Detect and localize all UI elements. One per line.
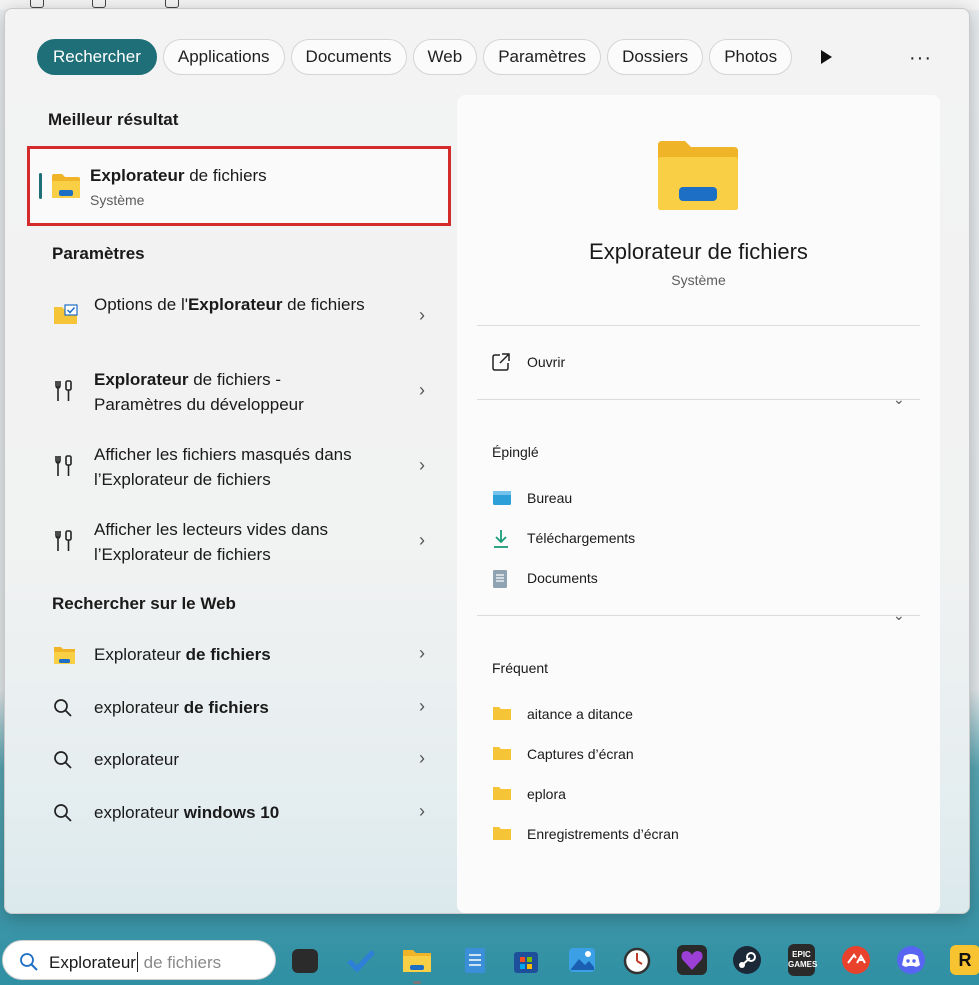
search-icon [54, 804, 72, 822]
web-search-heading: Rechercher sur le Web [52, 594, 236, 613]
folder-icon [493, 707, 511, 720]
tab-web[interactable]: Web [412, 39, 478, 75]
taskbar-search-box[interactable]: Explorateur de fichiers [2, 940, 276, 980]
divider [477, 325, 920, 326]
dev-tools-icon [55, 455, 72, 476]
folder-icon [493, 787, 511, 800]
taskbar: Explorateur de fichiers EPIC GAMES R [0, 935, 979, 985]
tab-rechercher[interactable]: Rechercher [37, 39, 157, 75]
chevron-right-icon: › [419, 455, 425, 475]
folder-options-icon [54, 304, 78, 324]
selection-indicator [39, 173, 42, 199]
task-view-icon[interactable] [292, 949, 318, 973]
steam-icon[interactable] [732, 945, 762, 975]
chevron-right-icon: › [419, 696, 425, 716]
search-icon [20, 953, 38, 971]
frequent-item[interactable]: Enregistrements d’écran [492, 825, 792, 845]
frequent-item[interactable]: Captures d’écran [492, 745, 792, 765]
folder-icon [658, 141, 738, 210]
detail-pane: Explorateur de fichiers Système Ouvrir ⌄… [457, 95, 940, 913]
folder-icon [493, 747, 511, 760]
web-result-item[interactable]: explorateur › [41, 747, 441, 775]
store-icon[interactable] [511, 945, 541, 975]
pinned-item-bureau[interactable]: Bureau [492, 489, 792, 509]
dev-tools-icon [55, 530, 72, 551]
desktop-icon [165, 0, 179, 8]
tab-documents[interactable]: Documents [290, 39, 407, 75]
folder-icon [493, 827, 511, 840]
detail-subtitle: Système [671, 272, 726, 288]
clock-icon[interactable] [622, 945, 652, 975]
tab-photos[interactable]: Photos [709, 39, 793, 75]
web-result-item[interactable]: Explorateur de fichiers › [41, 642, 441, 670]
ea-icon[interactable] [841, 945, 871, 975]
chevron-down-icon[interactable]: ⌄ [893, 607, 905, 624]
frequent-item[interactable]: aitance a ditance [492, 705, 792, 725]
chevron-right-icon: › [419, 748, 425, 768]
best-match-item[interactable]: Explorateur de fichiers Système [27, 146, 451, 226]
chevron-right-icon: › [419, 380, 425, 400]
frequent-heading: Fréquent [492, 660, 549, 676]
chevron-right-icon: › [419, 305, 425, 325]
best-match-title: Explorateur de fichiers [90, 166, 267, 185]
folder-icon [52, 174, 80, 198]
document-icon [493, 570, 507, 588]
file-explorer-icon[interactable] [402, 945, 432, 975]
frequent-item[interactable]: eplora [492, 785, 792, 805]
more-options-button[interactable]: ··· [909, 47, 932, 70]
divider [477, 399, 920, 400]
folder-icon [54, 647, 75, 664]
tab-applications[interactable]: Applications [162, 39, 285, 75]
notepad-icon[interactable] [460, 945, 490, 975]
download-icon [494, 530, 508, 548]
pinned-heading: Épinglé [492, 444, 539, 460]
search-icon [54, 751, 72, 769]
search-input[interactable]: Explorateur de fichiers [49, 952, 221, 973]
chevron-right-icon: › [419, 801, 425, 821]
filter-tabs: Rechercher Applications Documents Web Pa… [37, 39, 793, 75]
tab-parametres[interactable]: Paramètres [483, 39, 602, 75]
desktop-icon [493, 491, 511, 505]
web-result-item[interactable]: explorateur windows 10 › [41, 800, 441, 828]
settings-item[interactable]: Options de l'Explorateur de fichiers › [41, 292, 441, 342]
dev-tools-icon [55, 380, 72, 401]
settings-item[interactable]: Explorateur de fichiers - Paramètres du … [41, 367, 441, 417]
pinned-item-downloads[interactable]: Téléchargements [492, 529, 792, 549]
todo-icon[interactable] [346, 945, 376, 975]
best-match-heading: Meilleur résultat [48, 110, 179, 129]
chevron-right-icon: › [419, 643, 425, 663]
divider [477, 615, 920, 616]
photos-icon[interactable] [567, 945, 597, 975]
active-app-indicator [413, 981, 421, 984]
web-result-item[interactable]: explorateur de fichiers › [41, 695, 441, 723]
settings-heading: Paramètres [52, 244, 145, 263]
play-arrow-icon[interactable] [819, 49, 833, 65]
chevron-right-icon: › [419, 530, 425, 550]
heart-app-icon[interactable] [677, 945, 707, 975]
desktop-icon [30, 0, 44, 8]
best-match-subtitle: Système [90, 192, 145, 208]
detail-title: Explorateur de fichiers [589, 239, 808, 264]
settings-item[interactable]: Afficher les lecteurs vides dans l’Explo… [41, 517, 441, 567]
settings-item[interactable]: Afficher les fichiers masqués dans l’Exp… [41, 442, 441, 492]
chevron-down-icon[interactable]: ⌄ [893, 391, 905, 408]
rockstar-icon[interactable]: R [950, 945, 979, 975]
open-action[interactable]: Ouvrir [492, 353, 792, 373]
discord-icon[interactable] [896, 945, 926, 975]
desktop-icon [92, 0, 106, 8]
pinned-item-documents[interactable]: Documents [492, 569, 792, 589]
search-icon [54, 699, 72, 717]
open-external-icon [492, 353, 510, 371]
epic-games-icon[interactable]: EPIC GAMES [788, 944, 817, 976]
tab-dossiers[interactable]: Dossiers [607, 39, 704, 75]
